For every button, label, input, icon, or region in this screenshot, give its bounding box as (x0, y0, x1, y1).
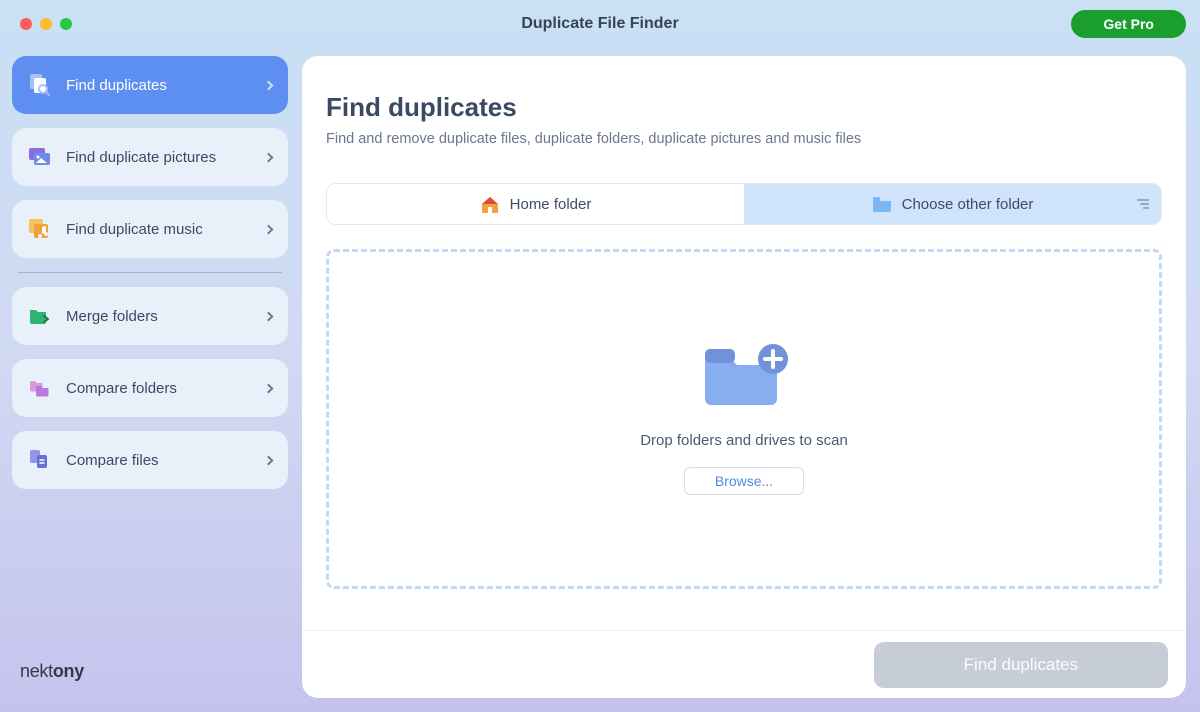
footer: Find duplicates (302, 630, 1186, 698)
page-subtitle: Find and remove duplicate files, duplica… (326, 131, 1162, 147)
browse-button[interactable]: Browse... (684, 467, 804, 495)
close-window-button[interactable] (20, 18, 32, 30)
main-panel: Find duplicates Find and remove duplicat… (302, 56, 1186, 698)
chevron-right-icon (264, 455, 274, 465)
minimize-window-button[interactable] (40, 18, 52, 30)
brand-logo: nektony (12, 661, 288, 682)
chevron-right-icon (264, 80, 274, 90)
segment-label: Choose other folder (902, 196, 1034, 213)
titlebar: Duplicate File Finder Get Pro (0, 0, 1200, 48)
sidebar-divider (18, 272, 282, 273)
filter-lines-icon[interactable] (1137, 199, 1149, 209)
maximize-window-button[interactable] (60, 18, 72, 30)
brand-text-bold: ony (53, 661, 84, 681)
sidebar-item-label: Find duplicate pictures (66, 149, 265, 166)
sidebar-item-find-duplicates[interactable]: Find duplicates (12, 56, 288, 114)
segment-home-folder[interactable]: Home folder (327, 184, 744, 224)
compare-files-icon (28, 448, 52, 472)
folder-source-segmented: Home folder Choose other folder (326, 183, 1162, 225)
sidebar-item-compare-folders[interactable]: Compare folders (12, 359, 288, 417)
find-duplicates-button[interactable]: Find duplicates (874, 642, 1168, 688)
folder-icon (872, 196, 892, 212)
window-controls (20, 18, 72, 30)
chevron-right-icon (264, 383, 274, 393)
chevron-right-icon (264, 311, 274, 321)
sidebar-item-find-duplicate-music[interactable]: Find duplicate music (12, 200, 288, 258)
dropzone[interactable]: Drop folders and drives to scan Browse..… (326, 249, 1162, 589)
sidebar: Find duplicates Find duplicate pictures … (0, 48, 300, 712)
sidebar-item-label: Compare folders (66, 380, 265, 397)
find-duplicates-icon (28, 73, 52, 97)
sidebar-item-compare-files[interactable]: Compare files (12, 431, 288, 489)
sidebar-item-label: Merge folders (66, 308, 265, 325)
merge-folders-icon (28, 304, 52, 328)
sidebar-item-find-duplicate-pictures[interactable]: Find duplicate pictures (12, 128, 288, 186)
folder-add-icon (699, 343, 789, 414)
app-title: Duplicate File Finder (0, 15, 1200, 33)
chevron-right-icon (264, 224, 274, 234)
music-icon (28, 217, 52, 241)
get-pro-button[interactable]: Get Pro (1071, 10, 1186, 38)
sidebar-item-label: Find duplicate music (66, 221, 265, 238)
sidebar-item-label: Compare files (66, 452, 265, 469)
home-icon (480, 196, 500, 212)
dropzone-label: Drop folders and drives to scan (640, 432, 848, 449)
chevron-right-icon (264, 152, 274, 162)
segment-label: Home folder (510, 196, 592, 213)
sidebar-item-label: Find duplicates (66, 77, 265, 94)
page-title: Find duplicates (326, 92, 1162, 123)
pictures-icon (28, 145, 52, 169)
segment-choose-other-folder[interactable]: Choose other folder (744, 184, 1161, 224)
compare-folders-icon (28, 376, 52, 400)
sidebar-item-merge-folders[interactable]: Merge folders (12, 287, 288, 345)
brand-text-thin: nekt (20, 661, 53, 681)
